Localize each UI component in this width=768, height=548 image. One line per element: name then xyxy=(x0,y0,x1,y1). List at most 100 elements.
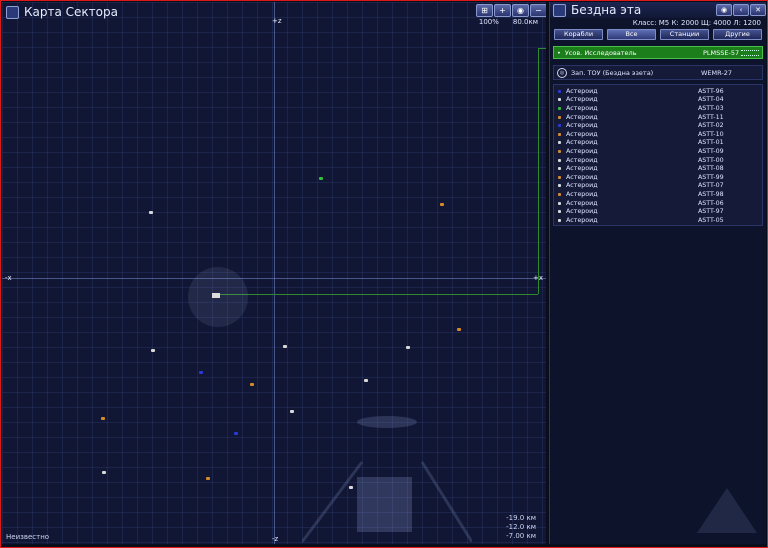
asteroid-icon xyxy=(558,218,561,222)
zoom-out-button[interactable]: − xyxy=(530,4,546,17)
coord-line: -7.00 км xyxy=(506,532,536,540)
object-name: Астероид xyxy=(566,182,598,190)
map-layers-icon[interactable]: ⊞ xyxy=(476,4,493,17)
gate-code: WEMR-27 xyxy=(701,68,733,77)
panel-title: Бездна эта xyxy=(571,3,642,17)
axis-label-left: -x xyxy=(5,274,12,282)
asteroid-icon xyxy=(558,149,561,153)
asteroid-marker[interactable] xyxy=(151,349,155,352)
asteroid-marker[interactable] xyxy=(406,346,410,349)
asteroid-marker[interactable] xyxy=(206,477,210,480)
object-name: Астероид xyxy=(566,87,598,95)
object-name: Астероид xyxy=(566,147,598,155)
list-item[interactable]: Астероид ASTT-03 xyxy=(554,104,762,113)
asteroid-icon xyxy=(558,98,561,102)
list-item[interactable]: Астероид ASTT-00 xyxy=(554,156,762,165)
asteroid-marker[interactable] xyxy=(199,371,203,374)
object-name: Астероид xyxy=(566,96,598,104)
gate-name: Зап. ТОУ (Бездна эзета) xyxy=(571,68,654,77)
hull-bar xyxy=(741,49,759,56)
object-code: ASTT-07 xyxy=(698,182,724,190)
gate-icon: ◎ xyxy=(557,67,567,78)
object-code: ASTT-06 xyxy=(698,199,724,207)
asteroid-marker[interactable] xyxy=(290,410,294,413)
asteroid-icon xyxy=(558,201,561,205)
asteroid-icon xyxy=(558,124,561,128)
player-ship-icon[interactable] xyxy=(212,293,220,298)
list-item[interactable]: Астероид ASTT-97 xyxy=(554,207,762,216)
eye-icon[interactable]: ◉ xyxy=(512,4,529,17)
asteroid-icon xyxy=(558,141,561,145)
list-item[interactable]: Астероид ASTT-09 xyxy=(554,147,762,156)
gate-row[interactable]: ◎ Зап. ТОУ (Бездна эзета) WEMR-27 xyxy=(553,65,763,80)
asteroid-marker[interactable] xyxy=(101,417,105,420)
close-icon[interactable]: ✕ xyxy=(750,4,766,16)
list-item[interactable]: Астероид ASTT-11 xyxy=(554,113,762,122)
coord-line: -12.0 км xyxy=(506,523,536,531)
list-item[interactable]: Астероид ASTT-01 xyxy=(554,139,762,148)
asteroid-marker[interactable] xyxy=(349,486,353,489)
object-code: ASTT-01 xyxy=(698,139,724,147)
asteroid-icon xyxy=(558,167,561,171)
asteroid-marker[interactable] xyxy=(149,211,153,214)
zoom-distance: 80.0км xyxy=(512,18,538,26)
list-item[interactable]: Астероид ASTT-08 xyxy=(554,164,762,173)
asteroid-marker[interactable] xyxy=(319,177,323,180)
selected-ship-name: Усов. Исследователь xyxy=(564,48,637,57)
object-name: Астероид xyxy=(566,104,598,112)
selected-ship-code: PLMSSE-57 xyxy=(703,48,740,57)
asteroid-marker[interactable] xyxy=(457,328,461,331)
zoom-percent: 100% xyxy=(478,18,499,26)
selected-ship-row[interactable]: • Усов. Исследователь PLMSSE-57 xyxy=(553,46,763,59)
sector-map[interactable]: Карта Сектора ⊞ + ◉ − 100% 80.0км +z -z … xyxy=(2,2,546,544)
list-item[interactable]: Астероид ASTT-98 xyxy=(554,190,762,199)
list-item[interactable]: Астероид ASTT-06 xyxy=(554,199,762,208)
asteroid-marker[interactable] xyxy=(283,345,287,348)
object-name: Астероид xyxy=(566,208,598,216)
coord-line: -19.0 км xyxy=(506,514,536,522)
eye-icon[interactable]: ◉ xyxy=(716,4,732,16)
list-item[interactable]: Астероид ASTT-10 xyxy=(554,130,762,139)
tab-ships[interactable]: Корабли xyxy=(554,29,603,40)
object-name: Астероид xyxy=(566,190,598,198)
asteroid-icon xyxy=(558,192,561,196)
map-title-bar: Карта Сектора xyxy=(6,5,118,19)
asteroid-icon xyxy=(558,158,561,162)
ship-silhouette xyxy=(697,488,757,533)
route-line-vertical xyxy=(538,48,539,294)
window-icon xyxy=(553,3,566,17)
object-code: ASTT-08 xyxy=(698,165,724,173)
zoom-in-button[interactable]: + xyxy=(494,4,511,17)
list-item[interactable]: Астероид ASTT-96 xyxy=(554,87,762,96)
list-item[interactable]: Астероид ASTT-07 xyxy=(554,182,762,191)
object-name: Астероид xyxy=(566,156,598,164)
list-item[interactable]: Астероид ASTT-02 xyxy=(554,121,762,130)
list-item[interactable]: Астероид ASTT-05 xyxy=(554,216,762,225)
object-name: Астероид xyxy=(566,173,598,181)
tab-all[interactable]: Все xyxy=(607,29,656,40)
asteroid-marker[interactable] xyxy=(250,383,254,386)
asteroid-marker[interactable] xyxy=(440,203,444,206)
object-code: ASTT-03 xyxy=(698,104,724,112)
object-name: Астероид xyxy=(566,139,598,147)
back-icon[interactable]: ‹ xyxy=(733,4,749,16)
asteroid-icon xyxy=(558,175,561,179)
object-code: ASTT-97 xyxy=(698,208,724,216)
object-code: ASTT-11 xyxy=(698,113,724,121)
asteroid-marker[interactable] xyxy=(234,432,238,435)
asteroid-icon xyxy=(558,115,561,119)
object-list: Астероид ASTT-96 Астероид ASTT-04 Астероид AS… xyxy=(553,84,763,226)
window-icon xyxy=(6,5,19,19)
asteroid-marker[interactable] xyxy=(102,471,106,474)
tab-other[interactable]: Другие xyxy=(713,29,762,40)
tab-stations[interactable]: Станции xyxy=(660,29,709,40)
object-name: Астероид xyxy=(566,113,598,121)
asteroid-marker[interactable] xyxy=(364,379,368,382)
list-item[interactable]: Астероид ASTT-04 xyxy=(554,96,762,105)
list-item[interactable]: Астероид ASTT-99 xyxy=(554,173,762,182)
coordinate-readout: -19.0 км -12.0 км -7.00 км xyxy=(506,514,536,541)
object-name: Астероид xyxy=(566,199,598,207)
asteroid-icon xyxy=(558,106,561,110)
object-code: ASTT-98 xyxy=(698,190,724,198)
object-code: ASTT-99 xyxy=(698,173,724,181)
